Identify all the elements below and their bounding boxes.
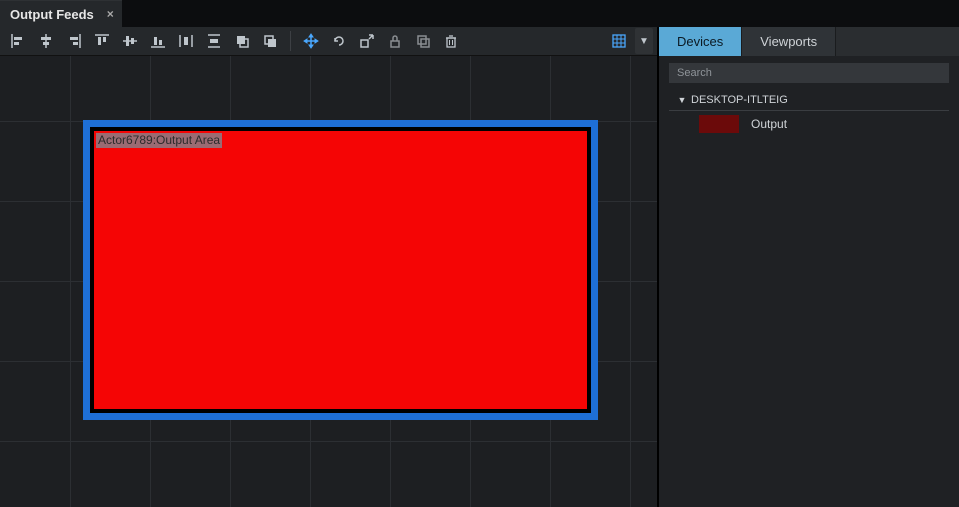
- canvas[interactable]: Actor6789:Output Area: [0, 56, 657, 507]
- device-name: DESKTOP-ITLTEIG: [691, 94, 788, 106]
- align-left-button[interactable]: [4, 28, 32, 54]
- tab-viewports[interactable]: Viewports: [742, 27, 836, 56]
- output-area-node[interactable]: Actor6789:Output Area: [83, 120, 598, 420]
- tab-label: Output Feeds: [10, 7, 94, 22]
- collapse-icon: ▼: [677, 95, 687, 105]
- align-middle-v-button[interactable]: [116, 28, 144, 54]
- delete-button[interactable]: [437, 28, 465, 54]
- align-bottom-button[interactable]: [144, 28, 172, 54]
- device-section-header[interactable]: ▼ DESKTOP-ITLTEIG: [669, 88, 949, 111]
- output-area-fill: Actor6789:Output Area: [94, 131, 587, 409]
- move-tool-button[interactable]: [297, 28, 325, 54]
- distribute-h-button[interactable]: [172, 28, 200, 54]
- node-label: Actor6789:Output Area: [96, 133, 222, 148]
- tab-devices[interactable]: Devices: [659, 27, 742, 56]
- close-icon[interactable]: ×: [107, 7, 114, 21]
- document-tabbar: Output Feeds ×: [0, 0, 959, 27]
- align-top-button[interactable]: [88, 28, 116, 54]
- output-item-label: Output: [751, 117, 787, 131]
- output-item[interactable]: Output: [659, 111, 959, 137]
- grid-options-dropdown[interactable]: ▼: [635, 28, 653, 54]
- rotate-tool-button[interactable]: [325, 28, 353, 54]
- lock-button[interactable]: [381, 28, 409, 54]
- align-center-h-button[interactable]: [32, 28, 60, 54]
- scale-tool-button[interactable]: [353, 28, 381, 54]
- duplicate-button[interactable]: [409, 28, 437, 54]
- alignment-toolbar: ▼: [0, 27, 657, 56]
- search-input[interactable]: [669, 63, 949, 83]
- toolbar-separator: [290, 31, 291, 51]
- align-right-button[interactable]: [60, 28, 88, 54]
- tab-output-feeds[interactable]: Output Feeds ×: [0, 0, 122, 27]
- bring-front-button[interactable]: [228, 28, 256, 54]
- distribute-v-button[interactable]: [200, 28, 228, 54]
- right-panel-tabs: Devices Viewports: [659, 27, 959, 56]
- output-swatch: [699, 115, 739, 133]
- grid-toggle-button[interactable]: [605, 28, 633, 54]
- send-back-button[interactable]: [256, 28, 284, 54]
- right-panel: Devices Viewports ▼ DESKTOP-ITLTEIG Outp…: [658, 27, 959, 507]
